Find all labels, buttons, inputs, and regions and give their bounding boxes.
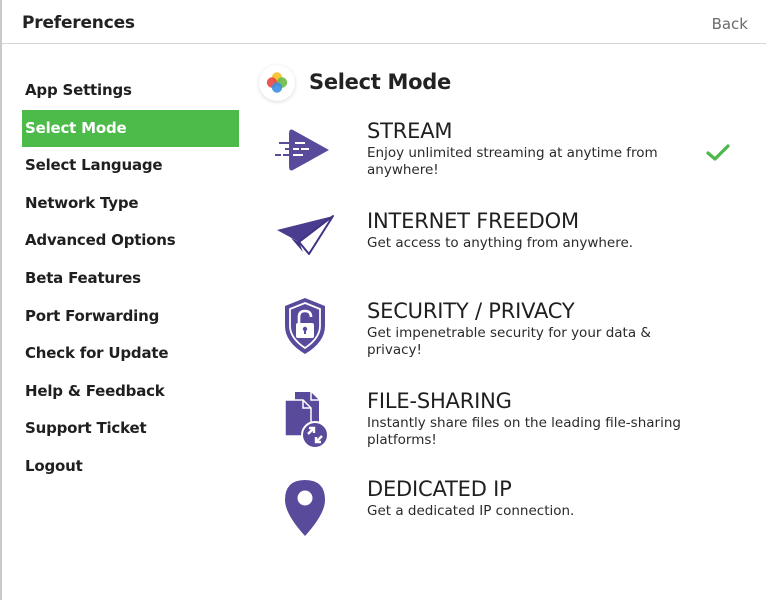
app-logo-icon — [266, 72, 288, 93]
sidebar-item-select-mode[interactable]: Select Mode — [22, 109, 239, 148]
section-title: Select Mode — [309, 70, 451, 94]
mode-text: INTERNET FREEDOM Get access to anything … — [367, 208, 707, 252]
mode-description: Instantly share files on the leading fil… — [367, 415, 681, 448]
mode-title: DEDICATED IP — [367, 477, 512, 501]
mode-option-file-sharing[interactable]: FILE-SHARING Instantly share files on th… — [257, 388, 747, 458]
header-bar: Preferences Back — [2, 0, 766, 44]
mode-option-security-privacy[interactable]: SECURITY / PRIVACY Get impenetrable secu… — [257, 298, 747, 358]
paper-plane-icon — [273, 202, 337, 266]
sidebar-item-select-language[interactable]: Select Language — [22, 147, 239, 185]
shield-lock-icon — [273, 294, 337, 358]
sidebar-item-logout[interactable]: Logout — [22, 448, 239, 486]
mode-description: Get access to anything from anywhere. — [367, 235, 634, 251]
play-stream-icon — [273, 118, 337, 182]
sidebar-item-advanced-options[interactable]: Advanced Options — [22, 222, 239, 260]
sidebar-item-network-type[interactable]: Network Type — [22, 185, 239, 223]
mode-text: SECURITY / PRIVACY Get impenetrable secu… — [367, 298, 707, 359]
mode-title: STREAM — [367, 119, 453, 143]
main-header: Select Mode — [257, 62, 747, 104]
app-logo — [259, 65, 295, 101]
sidebar: App Settings Select Mode Select Language… — [22, 72, 239, 486]
back-button[interactable]: Back — [712, 15, 748, 33]
sidebar-item-check-for-update[interactable]: Check for Update — [22, 335, 239, 373]
mode-description: Get a dedicated IP connection. — [367, 503, 575, 519]
mode-text: STREAM Enjoy unlimited streaming at anyt… — [367, 118, 707, 179]
map-pin-icon — [273, 476, 337, 540]
preferences-window: Preferences Back App Settings Select Mod… — [0, 0, 766, 600]
sidebar-item-help-feedback[interactable]: Help & Feedback — [22, 373, 239, 411]
sidebar-item-support-ticket[interactable]: Support Ticket — [22, 410, 239, 448]
mode-option-stream[interactable]: STREAM Enjoy unlimited streaming at anyt… — [257, 118, 747, 188]
mode-description: Enjoy unlimited streaming at anytime fro… — [367, 145, 658, 178]
sidebar-item-app-settings[interactable]: App Settings — [22, 72, 239, 110]
sidebar-item-beta-features[interactable]: Beta Features — [22, 260, 239, 298]
mode-description: Get impenetrable security for your data … — [367, 325, 651, 358]
mode-title: INTERNET FREEDOM — [367, 209, 579, 233]
page-title: Preferences — [22, 13, 135, 33]
mode-text: FILE-SHARING Instantly share files on th… — [367, 388, 707, 449]
mode-title: FILE-SHARING — [367, 389, 512, 413]
mode-text: DEDICATED IP Get a dedicated IP connecti… — [367, 476, 707, 520]
file-share-icon — [273, 388, 337, 452]
mode-option-internet-freedom[interactable]: INTERNET FREEDOM Get access to anything … — [257, 208, 747, 268]
main-panel: Select Mode STREAM Enjoy unlimited strea… — [257, 62, 747, 536]
mode-option-dedicated-ip[interactable]: DEDICATED IP Get a dedicated IP connecti… — [257, 476, 747, 536]
mode-title: SECURITY / PRIVACY — [367, 299, 575, 323]
selected-check-icon — [705, 142, 731, 164]
sidebar-item-port-forwarding[interactable]: Port Forwarding — [22, 298, 239, 336]
